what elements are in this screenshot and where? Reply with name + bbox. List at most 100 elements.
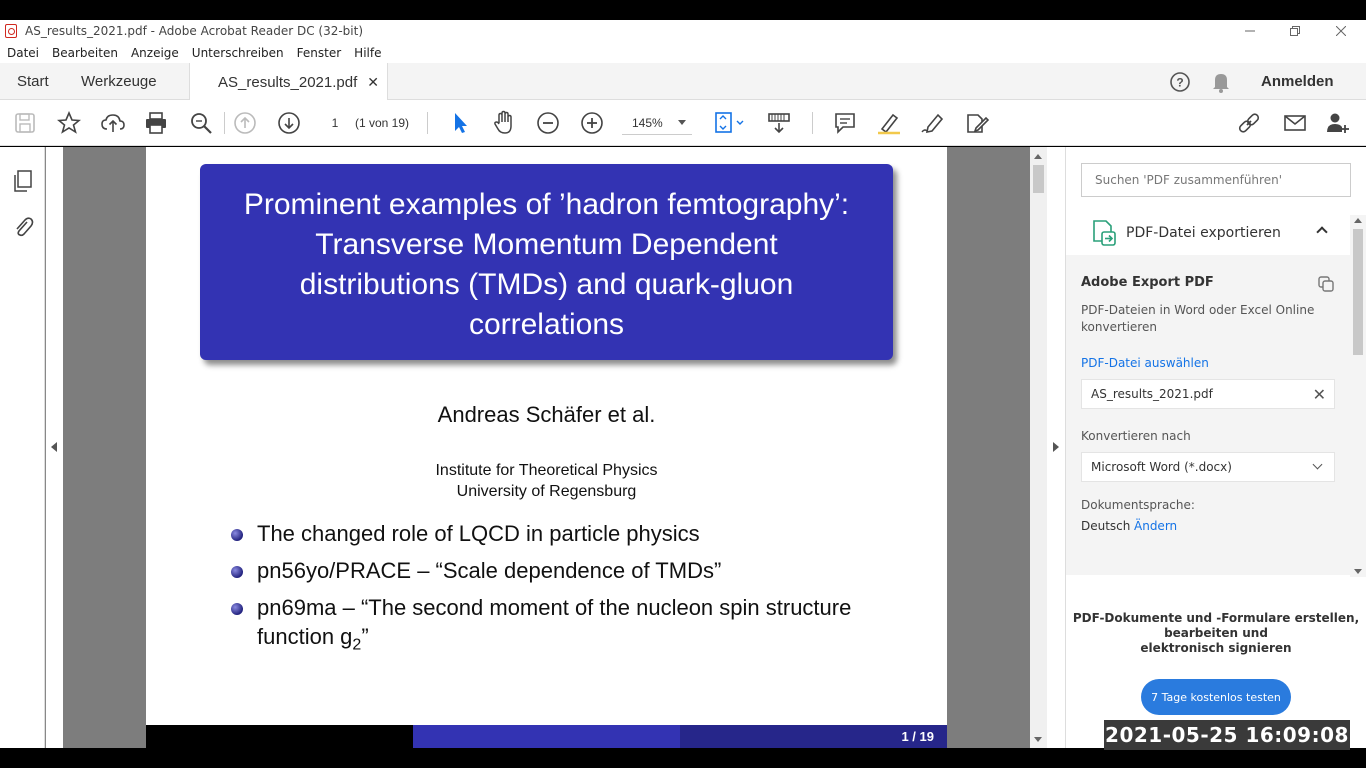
- free-trial-button[interactable]: 7 Tage kostenlos testen: [1141, 679, 1291, 715]
- prev-page-button[interactable]: [232, 110, 258, 136]
- cursor-arrow-icon: [455, 113, 467, 133]
- restore-button[interactable]: [1272, 20, 1318, 42]
- sign-button[interactable]: [920, 110, 946, 136]
- help-icon: ?: [1170, 71, 1190, 92]
- pen-sign-icon: [921, 113, 944, 134]
- recording-timestamp: 2021-05-25 16:09:08: [1104, 720, 1350, 750]
- next-page-button[interactable]: [276, 110, 302, 136]
- fit-page-button[interactable]: [712, 110, 748, 136]
- menu-datei[interactable]: Datei: [7, 46, 39, 60]
- add-user-icon: [1327, 113, 1349, 133]
- export-pdf-icon: [1093, 220, 1116, 246]
- tab-close-button[interactable]: ✕: [367, 74, 379, 91]
- tab-tools[interactable]: Werkzeuge: [81, 63, 157, 100]
- arrow-up-circle-icon: [234, 112, 256, 134]
- page-count: (1 von 19): [355, 116, 410, 130]
- comment-button[interactable]: [832, 110, 858, 136]
- minimize-button[interactable]: [1227, 20, 1273, 42]
- chevron-right-icon: [1053, 442, 1059, 452]
- change-language-link[interactable]: Ändern: [1134, 519, 1177, 533]
- footer-segment-right: 1 / 19: [680, 725, 947, 748]
- screen: AS_results_2021.pdf - Adobe Acrobat Read…: [0, 0, 1366, 768]
- close-icon: [1336, 26, 1346, 36]
- bookmark-button[interactable]: [56, 110, 82, 136]
- zoom-out-button[interactable]: [535, 110, 561, 136]
- hand-icon: [494, 110, 512, 134]
- help-button[interactable]: ?: [1169, 63, 1191, 100]
- pdf-page: Prominent examples of ’hadron femtograph…: [146, 147, 947, 748]
- highlight-button[interactable]: [876, 110, 902, 136]
- bullet-dot-icon: [231, 566, 243, 578]
- scroll-mode-button[interactable]: [766, 110, 792, 136]
- search-button[interactable]: [188, 110, 214, 136]
- zoom-value: 145%: [632, 115, 663, 130]
- tools-search-input[interactable]: Suchen 'PDF zusammenführen': [1081, 163, 1351, 197]
- notifications-button[interactable]: [1211, 63, 1231, 100]
- hand-tool-button[interactable]: [491, 110, 517, 136]
- slide-title-line: Transverse Momentum Dependent: [315, 228, 778, 261]
- select-file-link[interactable]: PDF-Datei auswählen: [1081, 356, 1209, 370]
- selected-file-name: AS_results_2021.pdf: [1091, 387, 1213, 401]
- convert-to-label: Konvertieren nach: [1081, 429, 1191, 443]
- menu-unterschreiben[interactable]: Unterschreiben: [192, 46, 284, 60]
- acrobat-icon: [5, 24, 17, 38]
- promo-line: PDF-Dokumente und -Formulare erstellen,: [1072, 611, 1360, 625]
- account-switch-icon[interactable]: [1317, 275, 1335, 293]
- signin-button[interactable]: Anmelden: [1261, 63, 1334, 100]
- paperclip-icon: [16, 217, 34, 237]
- convert-format-select[interactable]: Microsoft Word (*.docx): [1081, 452, 1335, 482]
- document-scrollbar[interactable]: [1030, 147, 1047, 748]
- scroll-up-icon[interactable]: [1034, 154, 1042, 159]
- title-bar: AS_results_2021.pdf - Adobe Acrobat Read…: [0, 20, 1366, 42]
- scroll-up-icon[interactable]: [1354, 218, 1362, 223]
- chevron-left-icon: [51, 442, 57, 452]
- slide-bullet-quote: ”: [361, 624, 369, 649]
- scrollbar-thumb[interactable]: [1353, 229, 1363, 355]
- menu-anzeige[interactable]: Anzeige: [131, 46, 179, 60]
- remove-file-icon[interactable]: ✕: [1313, 385, 1326, 404]
- highlighter-icon: [878, 113, 900, 135]
- export-pdf-section-header[interactable]: PDF-Datei exportieren: [1066, 213, 1366, 253]
- print-button[interactable]: [143, 110, 169, 136]
- right-pane-scrollbar[interactable]: [1350, 215, 1366, 577]
- collapse-right-panel-button[interactable]: [1047, 147, 1066, 748]
- slide-title-box: Prominent examples of ’hadron femtograph…: [200, 164, 893, 360]
- chevron-down-icon: [678, 120, 686, 125]
- save-button[interactable]: [12, 110, 38, 136]
- chevron-up-icon[interactable]: [1316, 226, 1328, 238]
- share-link-button[interactable]: [1237, 110, 1263, 136]
- select-tool-button[interactable]: [447, 110, 473, 136]
- pages-panel-button[interactable]: [12, 169, 34, 193]
- slide-footer: 1 / 19: [146, 725, 947, 748]
- promo-line: elektronisch signieren: [1140, 641, 1292, 655]
- bullet-dot-icon: [231, 603, 243, 615]
- menu-fenster[interactable]: Fenster: [297, 46, 342, 60]
- slide-bullet: pn56yo/PRACE – “Scale dependence of TMDs…: [230, 556, 890, 585]
- fill-sign-button[interactable]: [964, 110, 990, 136]
- fit-page-icon: [715, 112, 744, 133]
- add-user-button[interactable]: [1325, 110, 1351, 136]
- upload-button[interactable]: [100, 110, 126, 136]
- left-nav-rail: [0, 147, 45, 748]
- menu-hilfe[interactable]: Hilfe: [354, 46, 381, 60]
- zoom-select[interactable]: 145%: [622, 111, 692, 135]
- tab-bar: Start Werkzeuge AS_results_2021.pdf ✕ ? …: [0, 63, 1366, 101]
- slide-bullet-text: pn56yo/PRACE – “Scale dependence of TMDs…: [257, 558, 722, 583]
- menu-bearbeiten[interactable]: Bearbeiten: [52, 46, 118, 60]
- attachments-panel-button[interactable]: [12, 215, 34, 239]
- tab-start[interactable]: Start: [17, 63, 49, 100]
- collapse-left-panel-button[interactable]: [46, 147, 63, 748]
- close-window-button[interactable]: [1318, 20, 1364, 42]
- zoom-in-button[interactable]: [579, 110, 605, 136]
- cloud-upload-icon: [101, 114, 125, 132]
- tab-document[interactable]: AS_results_2021.pdf ✕: [189, 63, 388, 101]
- scroll-down-icon[interactable]: [1034, 737, 1042, 742]
- minimize-icon: [1245, 30, 1255, 32]
- page-number-input[interactable]: 1: [320, 111, 350, 135]
- slide-bullet-subscript: 2: [352, 636, 362, 654]
- scrollbar-thumb[interactable]: [1033, 165, 1044, 193]
- slide-title-line: correlations: [468, 308, 625, 341]
- scroll-down-icon[interactable]: [1354, 569, 1362, 574]
- email-button[interactable]: [1282, 110, 1308, 136]
- selected-file-field[interactable]: AS_results_2021.pdf ✕: [1081, 379, 1335, 409]
